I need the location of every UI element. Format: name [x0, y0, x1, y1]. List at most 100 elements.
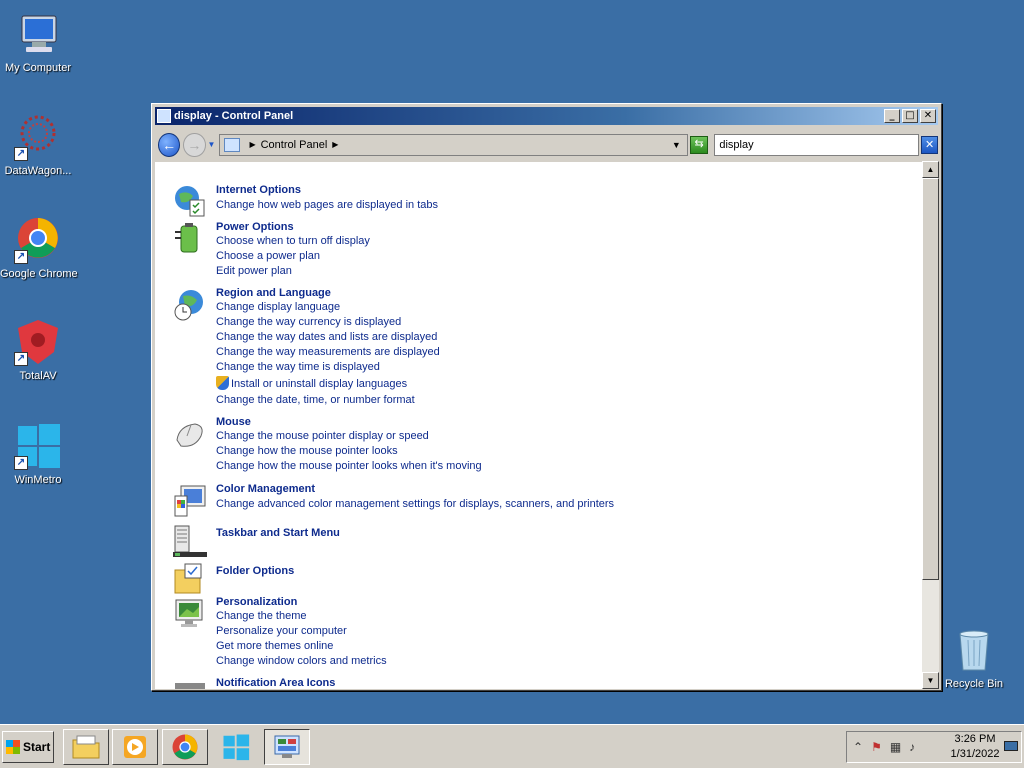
region-language-icon — [174, 290, 203, 321]
recycle-bin-icon — [950, 626, 998, 674]
windows-logo-icon — [6, 740, 20, 754]
control-panel-window: display - Control Panel _ □ ✕ ← → ▼ ▶ Co… — [151, 103, 942, 691]
category-link[interactable]: Change how web pages are displayed in ta… — [216, 199, 438, 211]
category-title[interactable]: Color Management — [216, 483, 315, 495]
breadcrumb-separator-icon[interactable]: ▶ — [249, 140, 255, 149]
results-pane: Internet Options Change how web pages ar… — [155, 161, 922, 689]
desktop-icon-recycle-bin[interactable]: Recycle Bin — [936, 626, 1012, 691]
category-title[interactable]: Mouse — [216, 416, 251, 428]
desktop-icon-label: DataWagon... — [4, 165, 72, 177]
desktop-icon-google-chrome[interactable]: ↗ Google Chrome — [0, 216, 78, 281]
category-link[interactable]: Change the way dates and lists are displ… — [216, 331, 437, 343]
breadcrumb-control-panel[interactable]: Control Panel — [261, 139, 328, 151]
category-link[interactable]: Change display language — [216, 301, 340, 313]
category-link-admin[interactable]: Install or uninstall display languages — [216, 376, 407, 390]
category-title[interactable]: Taskbar and Start Menu — [216, 527, 340, 539]
recent-pages-dropdown[interactable]: ▼ — [208, 140, 216, 149]
scroll-down-button[interactable]: ▼ — [922, 672, 939, 689]
category-link[interactable]: Change the theme — [216, 610, 307, 622]
desktop-icon-totalav[interactable]: ↗ TotalAV — [0, 318, 76, 383]
window-title: display - Control Panel — [174, 110, 294, 122]
action-center-flag-icon[interactable]: ⚑ — [871, 740, 882, 754]
minimize-button[interactable]: _ — [884, 109, 900, 123]
category-link[interactable]: Choose when to turn off display — [216, 235, 370, 247]
category-link[interactable]: Change advanced color management setting… — [216, 498, 614, 510]
winmetro-icon — [223, 734, 250, 761]
category-title[interactable]: Notification Area Icons — [216, 677, 335, 689]
color-management-icon — [174, 485, 206, 517]
desktop-icon-label: My Computer — [4, 62, 72, 74]
shortcut-arrow-icon: ↗ — [14, 250, 28, 264]
desktop-icon-my-computer[interactable]: My Computer — [0, 10, 76, 75]
notification-area-icon — [175, 683, 205, 689]
category-link[interactable]: Change how the mouse pointer looks — [216, 445, 398, 457]
chrome-icon: ↗ — [14, 216, 62, 264]
category-link[interactable]: Edit power plan — [216, 265, 292, 277]
taskbar-media-player[interactable] — [112, 729, 158, 765]
desktop-icon-label: Google Chrome — [0, 268, 78, 280]
category-link[interactable]: Choose a power plan — [216, 250, 320, 262]
datawagon-icon: ↗ — [14, 113, 62, 161]
desktop-icon-winmetro[interactable]: ↗ WinMetro — [0, 422, 76, 487]
category-title[interactable]: Folder Options — [216, 565, 294, 577]
start-button[interactable]: Start — [2, 731, 54, 763]
control-panel-icon — [157, 109, 171, 123]
close-button[interactable]: ✕ — [920, 109, 936, 123]
uac-shield-icon — [216, 376, 229, 390]
internet-options-icon — [175, 186, 205, 217]
show-desktop-icon[interactable] — [1004, 741, 1018, 751]
taskbar-clock[interactable]: 3:26 PM 1/31/2022 — [950, 732, 1000, 762]
file-explorer-icon — [72, 735, 100, 759]
mouse-icon — [176, 423, 203, 447]
totalav-icon: ↗ — [14, 318, 62, 366]
category-link[interactable]: Change the way time is displayed — [216, 361, 380, 373]
taskbar-explorer[interactable] — [63, 729, 109, 765]
refresh-button[interactable]: ⇆ — [689, 135, 709, 154]
show-hidden-icons-icon[interactable]: ⌃ — [853, 740, 863, 754]
taskbar: Start ⌃ ⚑ ▦ ♪ 3:26 PM 1/31/2022 — [0, 724, 1024, 768]
start-label: Start — [23, 740, 51, 754]
maximize-button[interactable]: □ — [902, 109, 918, 123]
clear-search-button[interactable]: ✕ — [921, 135, 938, 154]
category-link[interactable]: Change the mouse pointer display or spee… — [216, 430, 429, 442]
category-link[interactable]: Change the way currency is displayed — [216, 316, 401, 328]
breadcrumb-separator-icon[interactable]: ▶ — [332, 140, 338, 149]
category-title[interactable]: Power Options — [216, 221, 294, 233]
desktop-icon-datawagon[interactable]: ↗ DataWagon... — [0, 113, 76, 178]
desktop-icon-label: WinMetro — [14, 474, 62, 486]
category-link[interactable]: Change how the mouse pointer looks when … — [216, 460, 482, 472]
address-dropdown-icon[interactable]: ▼ — [672, 140, 681, 150]
folder-options-icon — [174, 563, 202, 594]
category-title[interactable]: Region and Language — [216, 287, 331, 299]
taskbar-chrome[interactable] — [162, 729, 208, 765]
category-link[interactable]: Change the date, time, or number format — [216, 394, 415, 406]
vertical-scrollbar[interactable]: ▲ ▼ — [922, 161, 939, 689]
clock-time: 3:26 PM — [954, 733, 996, 745]
shortcut-arrow-icon: ↗ — [14, 147, 28, 161]
category-title[interactable]: Personalization — [216, 596, 297, 608]
title-bar[interactable]: display - Control Panel _ □ ✕ — [155, 107, 938, 125]
my-computer-icon — [14, 10, 62, 58]
address-bar: ← → ▼ ▶ Control Panel ▶ ▼ ⇆ display ✕ — [155, 128, 938, 161]
volume-icon[interactable]: ♪ — [909, 740, 915, 754]
category-link[interactable]: Get more themes online — [216, 640, 333, 652]
desktop-icon-label: TotalAV — [19, 370, 57, 382]
back-button[interactable]: ← — [158, 132, 181, 157]
category-title[interactable]: Internet Options — [216, 184, 301, 196]
shortcut-arrow-icon: ↗ — [14, 352, 28, 366]
network-icon[interactable]: ▦ — [890, 740, 901, 754]
category-link-label: Install or uninstall display languages — [231, 378, 408, 390]
control-panel-icon — [274, 735, 300, 758]
search-input[interactable]: display — [714, 133, 920, 156]
taskbar-control-panel[interactable] — [264, 729, 310, 765]
category-link[interactable]: Change window colors and metrics — [216, 655, 387, 667]
address-field[interactable]: ▶ Control Panel ▶ ▼ — [219, 133, 688, 156]
category-link[interactable]: Personalize your computer — [216, 625, 347, 637]
desktop-icon-label: Recycle Bin — [944, 678, 1004, 690]
forward-button[interactable]: → — [183, 132, 206, 157]
taskbar-winmetro[interactable] — [213, 729, 259, 765]
scroll-up-button[interactable]: ▲ — [922, 161, 939, 178]
scroll-thumb[interactable] — [922, 178, 939, 580]
winmetro-icon: ↗ — [14, 422, 62, 470]
category-link[interactable]: Change the way measurements are displaye… — [216, 346, 440, 358]
